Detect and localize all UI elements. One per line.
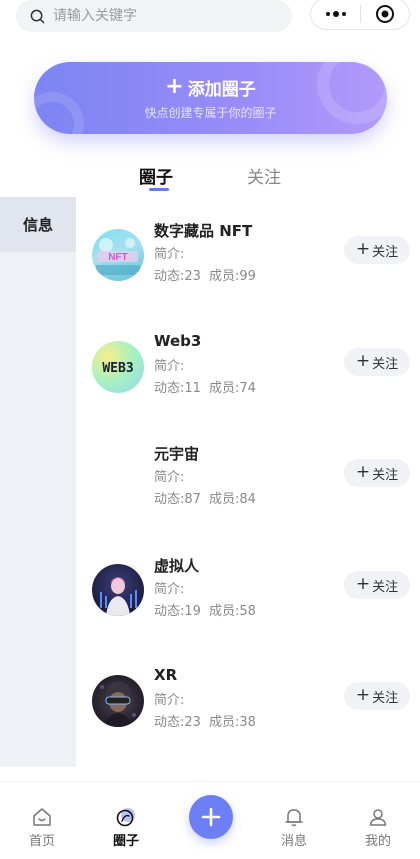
plus-icon: + (165, 73, 184, 99)
xr-avatar (92, 675, 144, 727)
list-item[interactable]: NFT 数字藏品 NFT 简介: 动态:23 成员:99 + 关注 (76, 222, 420, 325)
list-item[interactable]: XR 简介: 动态:23 成员:38 + 关注 (76, 666, 420, 771)
posts-count: 动态:23 (154, 269, 201, 284)
plus-icon: + (355, 574, 371, 594)
plus-icon: + (355, 462, 371, 482)
plus-icon: + (355, 685, 371, 705)
nav-label: 首页 (28, 834, 55, 849)
banner-decoration (34, 92, 84, 134)
bottom-nav: 首页 圈子 消息 我的 (0, 781, 420, 859)
circle-stats: 动态:11 成员:74 (154, 377, 256, 396)
circle-stats: 动态:87 成员:84 (154, 488, 256, 507)
nft-avatar: NFT (92, 229, 144, 281)
web3-avatar: WEB3 (92, 341, 144, 393)
members-count: 成员:38 (208, 715, 256, 730)
svg-text:WEB3: WEB3 (102, 361, 133, 376)
search-input[interactable] (53, 8, 273, 24)
plus-icon (201, 807, 221, 827)
follow-button[interactable]: + 关注 (344, 236, 410, 264)
tab-circles[interactable]: 圈子 (139, 163, 173, 188)
tab-following[interactable]: 关注 (247, 163, 281, 188)
plus-icon: + (355, 351, 371, 371)
virtual-human-avatar (92, 564, 144, 616)
more-icon[interactable] (311, 11, 360, 17)
close-target-icon[interactable] (361, 4, 409, 24)
add-circle-banner[interactable]: + 添加圈子 快点创建专属于你的圈子 (34, 62, 387, 134)
list-item[interactable]: WEB3 Web3 简介: 动态:11 成员:74 + 关注 (76, 332, 420, 437)
search-bar[interactable] (16, 0, 292, 32)
follow-button[interactable]: + 关注 (344, 459, 410, 487)
list-item[interactable]: 虚拟人 简介: 动态:19 成员:58 + 关注 (76, 557, 420, 660)
bell-icon (283, 805, 305, 829)
circle-intro: 简介: (154, 582, 185, 597)
banner-title: 添加圈子 (187, 80, 256, 100)
circle-intro: 简介: (154, 247, 185, 262)
circle-name: 元宇宙 (154, 445, 200, 463)
nav-item-home[interactable]: 首页 (7, 782, 77, 859)
nav-item-circles[interactable]: 圈子 (91, 782, 161, 859)
circle-intro: 简介: (154, 359, 185, 374)
add-button[interactable] (189, 795, 233, 839)
members-count: 成员:58 (208, 604, 256, 619)
circle-intro: 简介: (154, 693, 185, 708)
follow-label: 关注 (372, 356, 399, 372)
follow-button[interactable]: + 关注 (344, 348, 410, 376)
circle-intro: 简介: (154, 470, 185, 485)
nav-label: 我的 (364, 834, 391, 849)
sidebar-item-info[interactable]: 信息 (0, 197, 76, 252)
posts-count: 动态:23 (154, 715, 201, 730)
list-item[interactable]: 元宇宙 简介: 动态:87 成员:84 + 关注 (76, 445, 420, 548)
category-sidebar: 信息 (0, 197, 76, 767)
follow-button[interactable]: + 关注 (344, 571, 410, 599)
follow-label: 关注 (372, 467, 399, 483)
circle-name: 虚拟人 (154, 557, 200, 575)
banner-decoration (317, 62, 387, 124)
follow-button[interactable]: + 关注 (344, 682, 410, 710)
follow-label: 关注 (372, 690, 399, 706)
nav-item-profile[interactable]: 我的 (343, 782, 413, 859)
nav-item-messages[interactable]: 消息 (259, 782, 329, 859)
posts-count: 动态:19 (154, 604, 201, 619)
circle-stats: 动态:23 成员:99 (154, 265, 256, 284)
user-icon (367, 805, 389, 829)
circle-name: Web3 (154, 332, 202, 350)
circle-icon (114, 805, 138, 829)
posts-count: 动态:11 (154, 381, 201, 396)
members-count: 成员:99 (208, 269, 256, 284)
miniprogram-capsule (310, 0, 410, 30)
follow-label: 关注 (372, 579, 399, 595)
circle-name: 数字藏品 NFT (154, 222, 253, 240)
banner-title-row: + 添加圈子 (165, 75, 255, 100)
members-count: 成员:74 (208, 381, 256, 396)
blank-avatar (92, 452, 144, 504)
banner-subtitle: 快点创建专属于你的圈子 (144, 106, 277, 120)
nav-label: 消息 (280, 834, 307, 849)
circle-stats: 动态:23 成员:38 (154, 711, 256, 730)
svg-text:NFT: NFT (108, 252, 127, 263)
circle-stats: 动态:19 成员:58 (154, 600, 256, 619)
circle-name: XR (154, 666, 178, 684)
active-tab-indicator (149, 188, 169, 191)
search-icon (30, 9, 45, 23)
follow-label: 关注 (372, 244, 399, 260)
nav-label: 圈子 (112, 834, 139, 849)
posts-count: 动态:87 (154, 492, 201, 507)
home-icon (31, 805, 53, 829)
members-count: 成员:84 (208, 492, 256, 507)
plus-icon: + (355, 239, 371, 259)
